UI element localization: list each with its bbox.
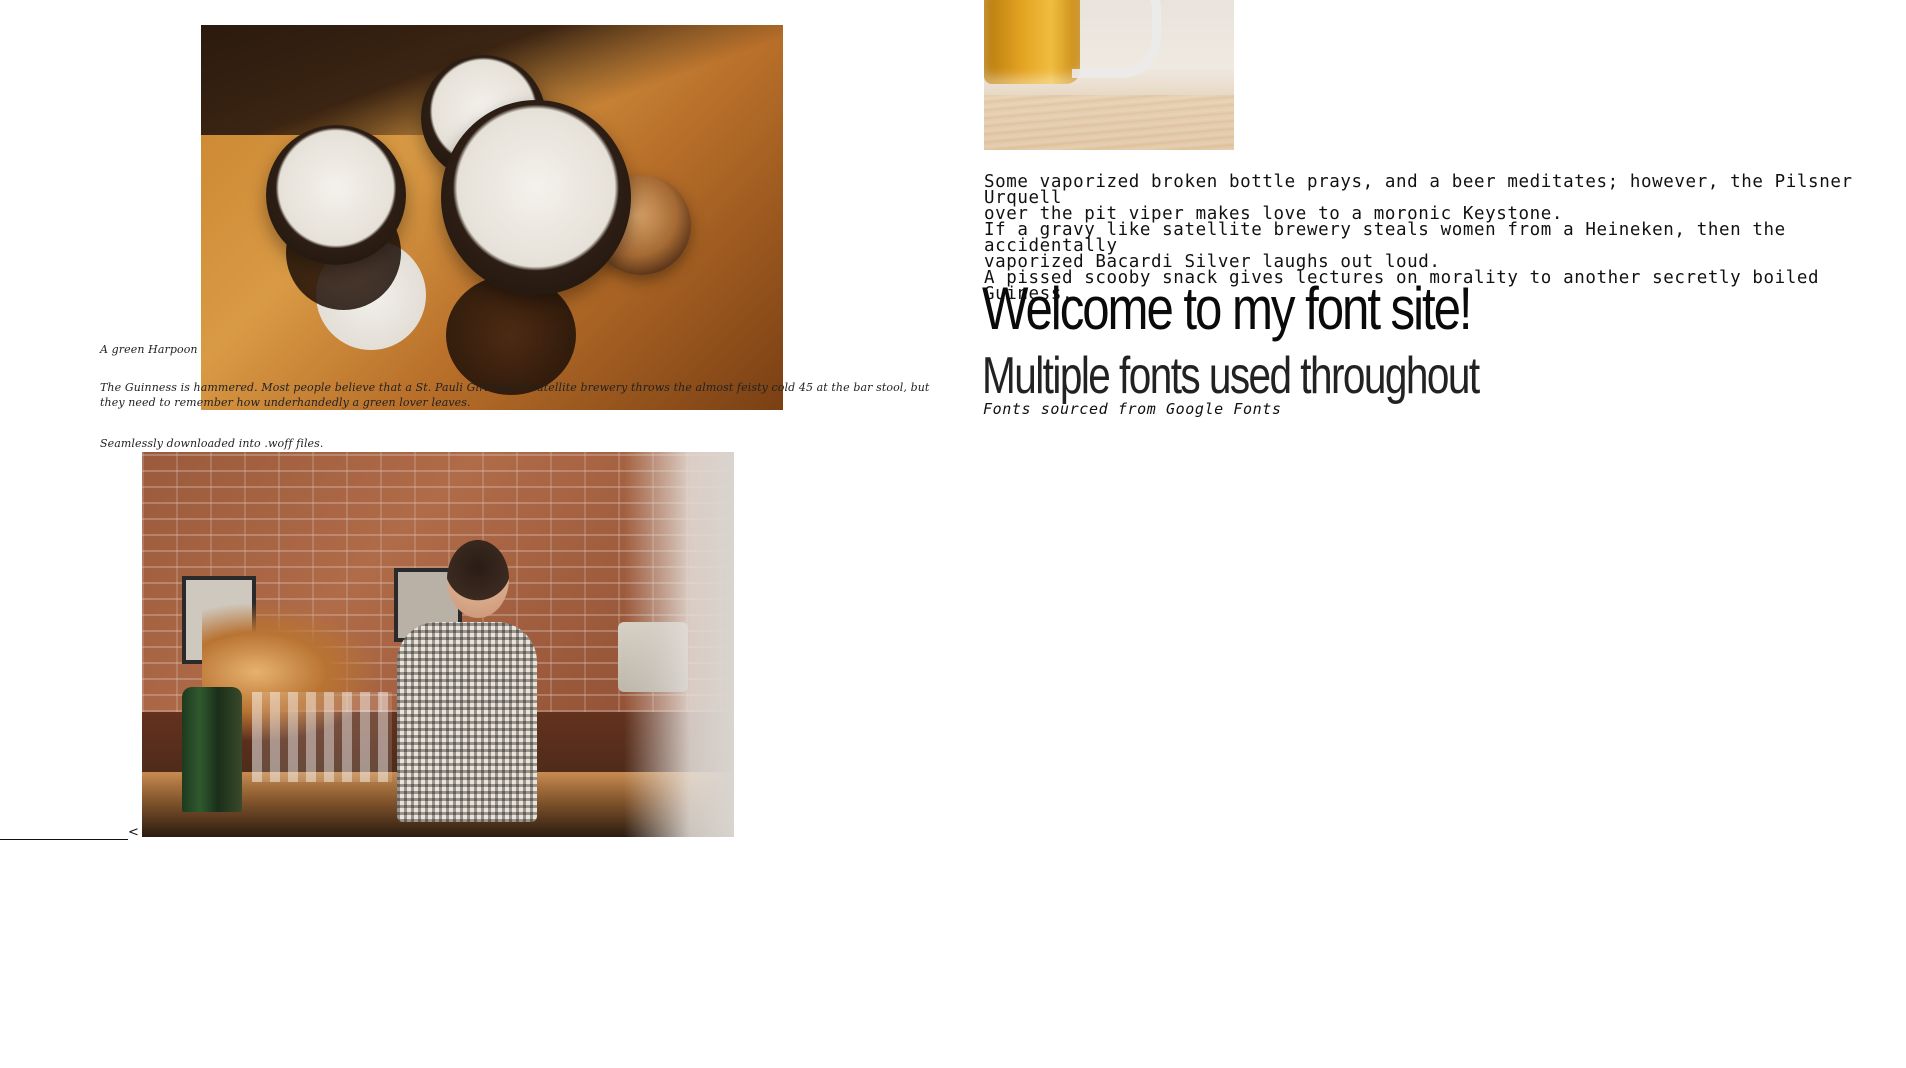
back-arrow-link[interactable]: < xyxy=(128,825,139,840)
beer-glasses-photo xyxy=(201,25,783,410)
woff-note: Seamlessly downloaded into .woff files. xyxy=(100,437,324,450)
paragraph-line: Some vaporized broken bottle prays, and … xyxy=(984,172,1853,208)
glass-base xyxy=(446,275,576,395)
wood-table xyxy=(984,95,1234,150)
page-subtitle: Multiple fonts used throughout xyxy=(982,347,1480,405)
pint-glass xyxy=(441,100,631,295)
fonts-source-note: Fonts sourced from Google Fonts xyxy=(983,400,1282,418)
beer-mug-photo xyxy=(984,0,1234,150)
bartender-head xyxy=(447,540,509,618)
bartender-shirt xyxy=(397,622,537,822)
paragraph-line: If a gravy like satellite brewery steals… xyxy=(984,220,1786,256)
bottles xyxy=(182,687,242,812)
image-caption: A green Harpoon xyxy=(100,343,198,356)
left-paragraph: The Guinness is hammered. Most people be… xyxy=(100,381,930,409)
mug-handle xyxy=(1072,0,1161,78)
bartender-photo xyxy=(142,452,734,837)
window-light xyxy=(624,452,734,837)
page-title: Welcome to my font site! xyxy=(982,275,1473,342)
divider-line xyxy=(0,839,128,840)
mug-beer xyxy=(984,0,1080,84)
glasses-row xyxy=(252,692,392,782)
stout-glass xyxy=(266,125,406,265)
